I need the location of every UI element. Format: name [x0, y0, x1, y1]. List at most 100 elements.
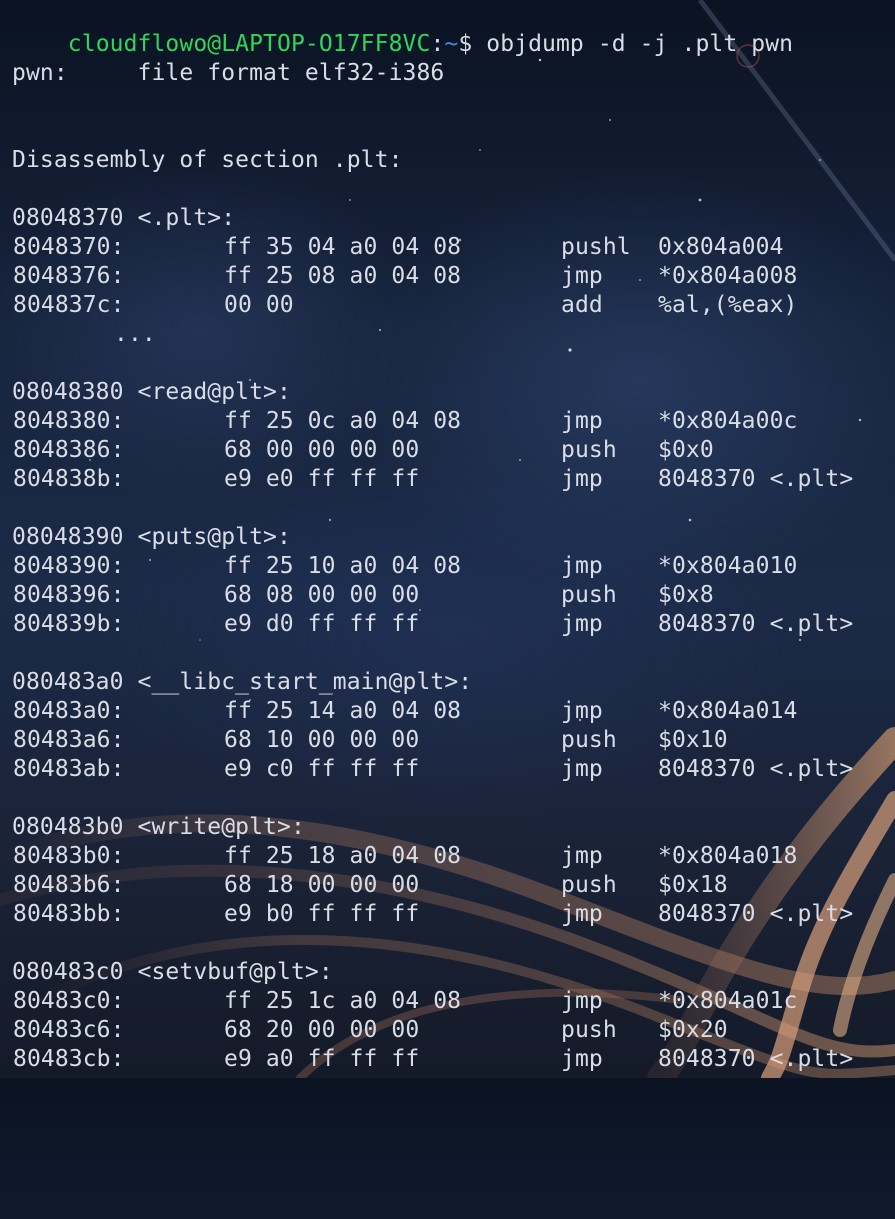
instruction-bytes: 68 08 00 00 00 [224, 582, 420, 608]
instruction-mnemonic: push [561, 727, 617, 753]
instruction-mnemonic: jmp [561, 553, 603, 579]
instruction-mnemonic: jmp [561, 1046, 603, 1072]
instruction-operand: $0x8 [658, 582, 714, 608]
instruction-operand: 8048370 <.plt> [658, 466, 854, 492]
instruction-operand: *0x804a00c [658, 408, 798, 434]
section-label: 08048370 <.plt>: [12, 205, 236, 231]
instruction-address: 80483b6: [13, 872, 125, 898]
instruction-bytes: e9 e0 ff ff ff [224, 466, 420, 492]
instruction-mnemonic: jmp [561, 843, 603, 869]
ellipsis: ... [114, 321, 156, 347]
prompt-path: ~ [444, 31, 459, 57]
instruction-operand: 8048370 <.plt> [658, 901, 854, 927]
instruction-operand: 8048370 <.plt> [658, 611, 854, 637]
instruction-bytes: ff 25 1c a0 04 08 [224, 988, 462, 1014]
instruction-operand: *0x804a014 [658, 698, 798, 724]
instruction-row: 804837c: 00 00 add %al,(%eax) [0, 291, 895, 320]
instruction-operand: *0x804a01c [658, 988, 798, 1014]
instruction-row: 8048376: ff 25 08 a0 04 08 jmp *0x804a00… [0, 262, 895, 291]
prompt-symbol: $ [458, 31, 487, 57]
instruction-address: 8048396: [13, 582, 125, 608]
instruction-operand: $0x20 [658, 1017, 728, 1043]
instruction-row: 80483cb: e9 a0 ff ff ff jmp 8048370 <.pl… [0, 1045, 895, 1074]
instruction-bytes: ff 25 08 a0 04 08 [224, 263, 462, 289]
instruction-row: 804838b: e9 e0 ff ff ff jmp 8048370 <.pl… [0, 465, 895, 494]
prompt-separator: : [430, 31, 445, 57]
instruction-mnemonic: jmp [561, 466, 603, 492]
section-label: 080483a0 <__libc_start_main@plt>: [12, 669, 473, 695]
instruction-row: 80483b0: ff 25 18 a0 04 08 jmp *0x804a01… [0, 842, 895, 871]
instruction-mnemonic: push [561, 582, 617, 608]
instruction-address: 80483ab: [13, 756, 125, 782]
section-label: 08048390 <puts@plt>: [12, 524, 291, 550]
instruction-mnemonic: jmp [561, 408, 603, 434]
disassembly-header: Disassembly of section .plt: [12, 147, 403, 173]
instruction-mnemonic: jmp [561, 901, 603, 927]
instruction-operand: 0x804a004 [658, 234, 784, 260]
instruction-address: 8048376: [13, 263, 125, 289]
instruction-mnemonic: push [561, 872, 617, 898]
instruction-operand: *0x804a018 [658, 843, 798, 869]
prompt-user-host: cloudflowo@LAPTOP-O17FF8VC [67, 31, 431, 57]
instruction-row: 80483c0: ff 25 1c a0 04 08 jmp *0x804a01… [0, 987, 895, 1016]
instruction-operand: 8048370 <.plt> [658, 1046, 854, 1072]
instruction-bytes: 68 20 00 00 00 [224, 1017, 420, 1043]
instruction-address: 80483a0: [13, 698, 125, 724]
instruction-operand: $0x0 [658, 437, 714, 463]
terminal-window[interactable]: cloudflowo@LAPTOP-O17FF8VC:~$ objdump -d… [0, 0, 895, 1078]
instruction-row: 8048386: 68 00 00 00 00 push $0x0 [0, 436, 895, 465]
instruction-address: 8048370: [13, 234, 125, 260]
instruction-address: 8048380: [13, 408, 125, 434]
instruction-bytes: e9 c0 ff ff ff [224, 756, 420, 782]
instruction-row: 80483b6: 68 18 00 00 00 push $0x18 [0, 871, 895, 900]
instruction-bytes: e9 a0 ff ff ff [224, 1046, 420, 1072]
instruction-address: 80483c0: [13, 988, 125, 1014]
instruction-mnemonic: push [561, 437, 617, 463]
instruction-mnemonic: jmp [561, 263, 603, 289]
instruction-bytes: ff 25 0c a0 04 08 [224, 408, 462, 434]
instruction-bytes: e9 d0 ff ff ff [224, 611, 420, 637]
instruction-address: 8048390: [13, 553, 125, 579]
instruction-row: 804839b: e9 d0 ff ff ff jmp 8048370 <.pl… [0, 610, 895, 639]
instruction-row: 80483c6: 68 20 00 00 00 push $0x20 [0, 1016, 895, 1045]
instruction-row: 80483ab: e9 c0 ff ff ff jmp 8048370 <.pl… [0, 755, 895, 784]
instruction-mnemonic: jmp [561, 698, 603, 724]
instruction-operand: %al,(%eax) [658, 292, 798, 318]
instruction-operand: 8048370 <.plt> [658, 756, 854, 782]
command-prompt-line: cloudflowo@LAPTOP-O17FF8VC:~$ objdump -d… [12, 1, 793, 57]
instruction-mnemonic: jmp [561, 611, 603, 637]
instruction-mnemonic: jmp [561, 988, 603, 1014]
command-text: objdump -d -j .plt pwn [486, 31, 794, 57]
instruction-bytes: ff 25 14 a0 04 08 [224, 698, 462, 724]
file-format-line: pwn: file format elf32-i386 [12, 60, 445, 86]
instruction-bytes: 00 00 [224, 292, 294, 318]
instruction-row: 80483bb: e9 b0 ff ff ff jmp 8048370 <.pl… [0, 900, 895, 929]
instruction-bytes: 68 18 00 00 00 [224, 872, 420, 898]
instruction-operand: $0x18 [658, 872, 728, 898]
instruction-address: 804839b: [13, 611, 125, 637]
instruction-address: 80483a6: [13, 727, 125, 753]
instruction-bytes: 68 10 00 00 00 [224, 727, 420, 753]
instruction-address: 80483b0: [13, 843, 125, 869]
instruction-bytes: 68 00 00 00 00 [224, 437, 420, 463]
instruction-operand: *0x804a008 [658, 263, 798, 289]
instruction-row: 8048396: 68 08 00 00 00 push $0x8 [0, 581, 895, 610]
instruction-address: 80483cb: [13, 1046, 125, 1072]
instruction-bytes: e9 b0 ff ff ff [224, 901, 420, 927]
section-label: 080483c0 <setvbuf@plt>: [12, 959, 333, 985]
instruction-operand: *0x804a010 [658, 553, 798, 579]
instruction-bytes: ff 35 04 a0 04 08 [224, 234, 462, 260]
instruction-operand: $0x10 [658, 727, 728, 753]
instruction-address: 804838b: [13, 466, 125, 492]
instruction-bytes: ff 25 18 a0 04 08 [224, 843, 462, 869]
instruction-address: 80483bb: [13, 901, 125, 927]
instruction-row: 8048370: ff 35 04 a0 04 08 pushl 0x804a0… [0, 233, 895, 262]
instruction-row: 8048390: ff 25 10 a0 04 08 jmp *0x804a01… [0, 552, 895, 581]
section-label: 08048380 <read@plt>: [12, 379, 291, 405]
instruction-bytes: ff 25 10 a0 04 08 [224, 553, 462, 579]
instruction-address: 80483c6: [13, 1017, 125, 1043]
instruction-address: 804837c: [13, 292, 125, 318]
instruction-mnemonic: jmp [561, 756, 603, 782]
instruction-mnemonic: push [561, 1017, 617, 1043]
instruction-row: 80483a6: 68 10 00 00 00 push $0x10 [0, 726, 895, 755]
